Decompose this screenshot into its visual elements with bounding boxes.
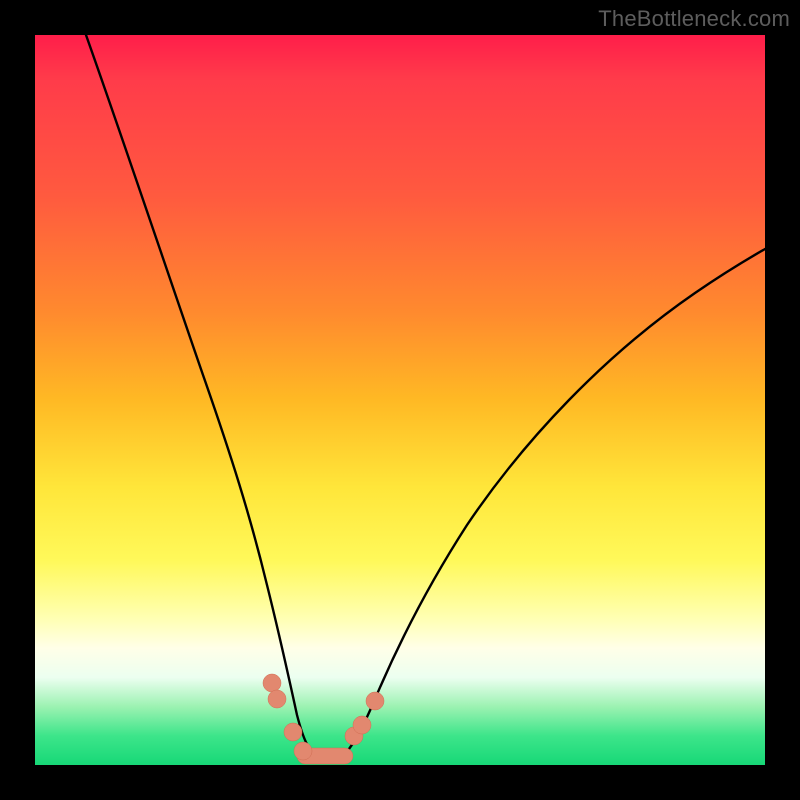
marker-group	[263, 674, 384, 764]
marker-dot	[366, 692, 384, 710]
plot-area	[35, 35, 765, 765]
chart-svg	[35, 35, 765, 765]
marker-dot	[294, 742, 312, 760]
watermark-text: TheBottleneck.com	[598, 6, 790, 32]
marker-dot	[284, 723, 302, 741]
marker-dot	[268, 690, 286, 708]
chart-frame: TheBottleneck.com	[0, 0, 800, 800]
curve-right	[341, 249, 765, 758]
marker-dot	[353, 716, 371, 734]
curve-left	[86, 35, 319, 758]
marker-dot	[263, 674, 281, 692]
